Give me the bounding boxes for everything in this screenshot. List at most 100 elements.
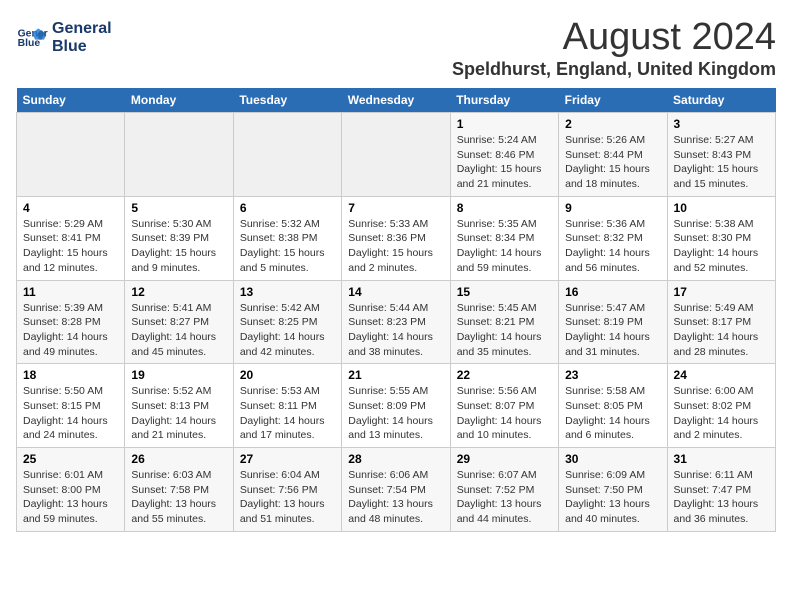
calendar-week-row: 11Sunrise: 5:39 AM Sunset: 8:28 PM Dayli… [17,280,776,364]
calendar-cell: 3 Sunrise: 5:27 AM Sunset: 8:43 PM Daylig… [667,113,775,197]
day-number: 2 [565,117,660,131]
calendar-week-row: 18 Sunrise: 5:50 AM Sunset: 8:15 PM Dayli… [17,364,776,448]
calendar-cell: 14 Sunrise: 5:44 AM Sunset: 8:23 PM Dayli… [342,280,450,364]
weekday-header: Friday [559,88,667,113]
day-number: 24 [674,368,769,382]
day-number: 6 [240,201,335,215]
day-number: 18 [23,368,118,382]
calendar-cell: 11Sunrise: 5:39 AM Sunset: 8:28 PM Dayli… [17,280,125,364]
calendar-cell: 10 Sunrise: 5:38 AM Sunset: 8:30 PM Dayli… [667,196,775,280]
day-number: 25 [23,452,118,466]
day-info: Sunrise: 6:03 AM Sunset: 7:58 PM Dayligh… [131,468,226,527]
day-info: Sunrise: 5:49 AM Sunset: 8:17 PM Dayligh… [674,301,769,360]
calendar-cell: 4Sunrise: 5:29 AM Sunset: 8:41 PM Daylig… [17,196,125,280]
day-number: 9 [565,201,660,215]
day-info: Sunrise: 5:44 AM Sunset: 8:23 PM Dayligh… [348,301,443,360]
day-info: Sunrise: 6:01 AM Sunset: 8:00 PM Dayligh… [23,468,118,527]
logo-blue: Blue [52,38,112,56]
day-number: 30 [565,452,660,466]
calendar-cell: 29Sunrise: 6:07 AM Sunset: 7:52 PM Dayli… [450,448,558,532]
day-info: Sunrise: 5:36 AM Sunset: 8:32 PM Dayligh… [565,217,660,276]
day-number: 19 [131,368,226,382]
day-number: 23 [565,368,660,382]
day-number: 20 [240,368,335,382]
calendar-week-row: 4Sunrise: 5:29 AM Sunset: 8:41 PM Daylig… [17,196,776,280]
calendar-cell: 2 Sunrise: 5:26 AM Sunset: 8:44 PM Daylig… [559,113,667,197]
day-info: Sunrise: 6:00 AM Sunset: 8:02 PM Dayligh… [674,384,769,443]
calendar-cell: 17Sunrise: 5:49 AM Sunset: 8:17 PM Dayli… [667,280,775,364]
day-info: Sunrise: 5:24 AM Sunset: 8:46 PM Dayligh… [457,133,552,192]
calendar-cell: 16Sunrise: 5:47 AM Sunset: 8:19 PM Dayli… [559,280,667,364]
day-number: 1 [457,117,552,131]
day-info: Sunrise: 6:09 AM Sunset: 7:50 PM Dayligh… [565,468,660,527]
day-number: 13 [240,285,335,299]
title-block: August 2024 Speldhurst, England, United … [452,16,776,80]
day-info: Sunrise: 5:55 AM Sunset: 8:09 PM Dayligh… [348,384,443,443]
calendar-cell: 27 Sunrise: 6:04 AM Sunset: 7:56 PM Dayli… [233,448,341,532]
day-number: 11 [23,285,118,299]
day-number: 27 [240,452,335,466]
calendar-cell [125,113,233,197]
day-info: Sunrise: 5:45 AM Sunset: 8:21 PM Dayligh… [457,301,552,360]
day-info: Sunrise: 5:56 AM Sunset: 8:07 PM Dayligh… [457,384,552,443]
day-info: Sunrise: 5:35 AM Sunset: 8:34 PM Dayligh… [457,217,552,276]
day-info: Sunrise: 5:38 AM Sunset: 8:30 PM Dayligh… [674,217,769,276]
calendar-cell [342,113,450,197]
calendar-week-row: 1 Sunrise: 5:24 AM Sunset: 8:46 PM Daylig… [17,113,776,197]
day-info: Sunrise: 5:42 AM Sunset: 8:25 PM Dayligh… [240,301,335,360]
main-title: August 2024 [452,16,776,59]
calendar-cell: 22Sunrise: 5:56 AM Sunset: 8:07 PM Dayli… [450,364,558,448]
day-number: 29 [457,452,552,466]
day-number: 10 [674,201,769,215]
day-info: Sunrise: 6:11 AM Sunset: 7:47 PM Dayligh… [674,468,769,527]
calendar-cell: 7 Sunrise: 5:33 AM Sunset: 8:36 PM Daylig… [342,196,450,280]
calendar-cell: 23 Sunrise: 5:58 AM Sunset: 8:05 PM Dayli… [559,364,667,448]
day-number: 26 [131,452,226,466]
day-number: 3 [674,117,769,131]
day-number: 5 [131,201,226,215]
day-number: 7 [348,201,443,215]
calendar-table: SundayMondayTuesdayWednesdayThursdayFrid… [16,88,776,532]
calendar-cell: 15 Sunrise: 5:45 AM Sunset: 8:21 PM Dayli… [450,280,558,364]
calendar-cell: 5Sunrise: 5:30 AM Sunset: 8:39 PM Daylig… [125,196,233,280]
day-info: Sunrise: 5:32 AM Sunset: 8:38 PM Dayligh… [240,217,335,276]
calendar-cell: 13 Sunrise: 5:42 AM Sunset: 8:25 PM Dayli… [233,280,341,364]
day-number: 15 [457,285,552,299]
day-info: Sunrise: 5:33 AM Sunset: 8:36 PM Dayligh… [348,217,443,276]
day-info: Sunrise: 5:27 AM Sunset: 8:43 PM Dayligh… [674,133,769,192]
calendar-cell: 31 Sunrise: 6:11 AM Sunset: 7:47 PM Dayli… [667,448,775,532]
calendar-cell: 9 Sunrise: 5:36 AM Sunset: 8:32 PM Daylig… [559,196,667,280]
day-info: Sunrise: 6:04 AM Sunset: 7:56 PM Dayligh… [240,468,335,527]
calendar-cell: 8 Sunrise: 5:35 AM Sunset: 8:34 PM Daylig… [450,196,558,280]
day-number: 14 [348,285,443,299]
subtitle: Speldhurst, England, United Kingdom [452,59,776,80]
calendar-week-row: 25 Sunrise: 6:01 AM Sunset: 8:00 PM Dayli… [17,448,776,532]
day-info: Sunrise: 5:58 AM Sunset: 8:05 PM Dayligh… [565,384,660,443]
day-info: Sunrise: 5:50 AM Sunset: 8:15 PM Dayligh… [23,384,118,443]
calendar-cell: 21Sunrise: 5:55 AM Sunset: 8:09 PM Dayli… [342,364,450,448]
day-info: Sunrise: 5:53 AM Sunset: 8:11 PM Dayligh… [240,384,335,443]
logo-general: General [52,20,112,38]
weekday-header: Wednesday [342,88,450,113]
day-number: 8 [457,201,552,215]
calendar-cell: 26 Sunrise: 6:03 AM Sunset: 7:58 PM Dayli… [125,448,233,532]
svg-text:Blue: Blue [18,38,41,49]
calendar-cell [17,113,125,197]
weekday-header: Monday [125,88,233,113]
day-info: Sunrise: 5:47 AM Sunset: 8:19 PM Dayligh… [565,301,660,360]
calendar-cell: 25 Sunrise: 6:01 AM Sunset: 8:00 PM Dayli… [17,448,125,532]
calendar-cell: 12 Sunrise: 5:41 AM Sunset: 8:27 PM Dayli… [125,280,233,364]
day-number: 28 [348,452,443,466]
calendar-cell: 6 Sunrise: 5:32 AM Sunset: 8:38 PM Daylig… [233,196,341,280]
weekday-header: Sunday [17,88,125,113]
weekday-header: Tuesday [233,88,341,113]
calendar-cell: 20 Sunrise: 5:53 AM Sunset: 8:11 PM Dayli… [233,364,341,448]
calendar-cell: 1 Sunrise: 5:24 AM Sunset: 8:46 PM Daylig… [450,113,558,197]
day-number: 12 [131,285,226,299]
calendar-cell: 30 Sunrise: 6:09 AM Sunset: 7:50 PM Dayli… [559,448,667,532]
calendar-cell: 18 Sunrise: 5:50 AM Sunset: 8:15 PM Dayli… [17,364,125,448]
day-info: Sunrise: 5:52 AM Sunset: 8:13 PM Dayligh… [131,384,226,443]
day-number: 31 [674,452,769,466]
day-info: Sunrise: 5:41 AM Sunset: 8:27 PM Dayligh… [131,301,226,360]
day-info: Sunrise: 5:26 AM Sunset: 8:44 PM Dayligh… [565,133,660,192]
